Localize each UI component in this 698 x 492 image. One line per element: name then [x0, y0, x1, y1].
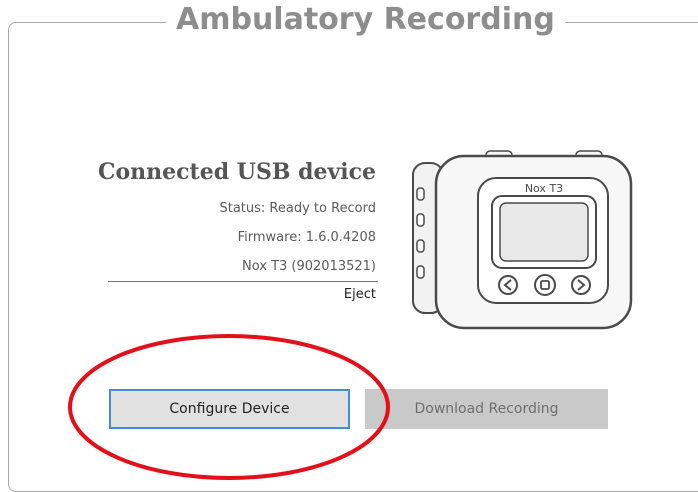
eject-link[interactable]: Eject: [344, 287, 376, 302]
device-status: Status: Ready to Record: [219, 201, 376, 216]
panel-title: Ambulatory Recording: [166, 0, 565, 40]
nox-t3-device-icon: Nox T3: [412, 150, 633, 330]
device-screen-label: Nox T3: [525, 182, 563, 195]
configure-device-button[interactable]: Configure Device: [109, 389, 350, 429]
download-recording-button[interactable]: Download Recording: [365, 389, 608, 429]
device-firmware: Firmware: 1.6.0.4208: [237, 230, 376, 245]
device-name: Nox T3 (902013521): [241, 259, 376, 274]
configure-device-label: Configure Device: [169, 401, 290, 417]
device-info-divider: [108, 281, 378, 282]
download-recording-label: Download Recording: [414, 401, 559, 417]
connected-device-heading: Connected USB device: [97, 159, 376, 185]
